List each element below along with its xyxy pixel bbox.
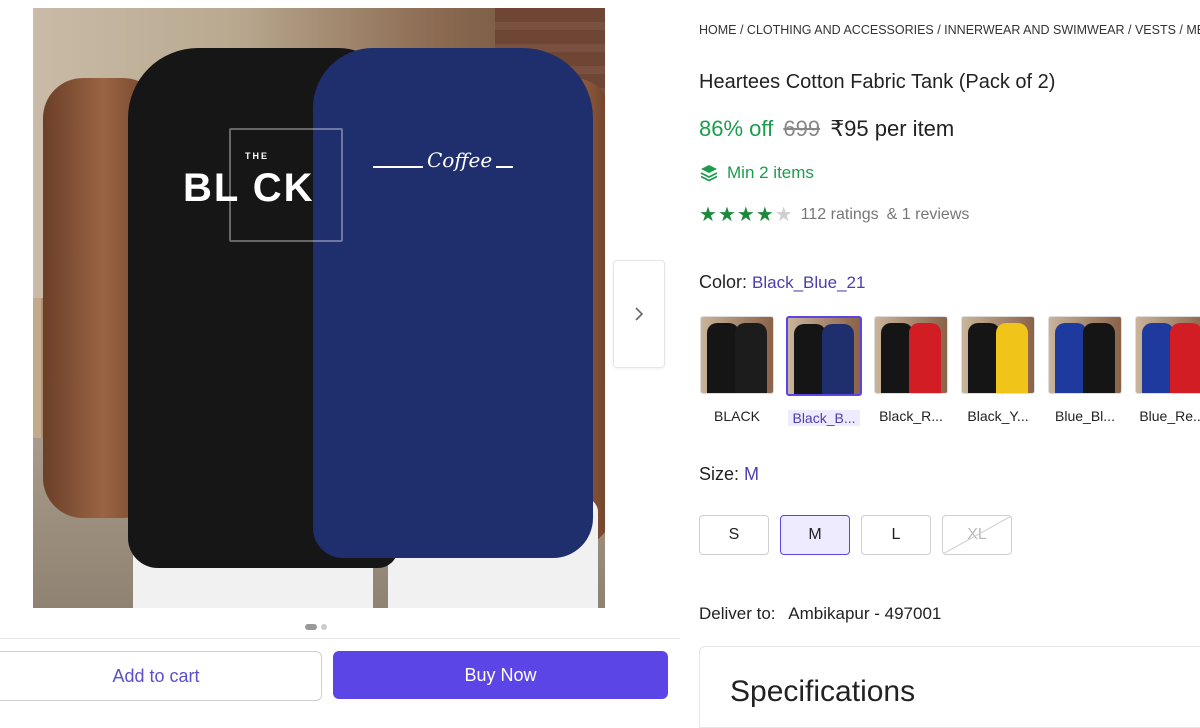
- color-swatch[interactable]: Black_Y...: [960, 316, 1036, 426]
- color-selected-value: Black_Blue_21: [752, 273, 866, 292]
- reviews-count: & 1 reviews: [886, 206, 970, 223]
- size-selected-value: M: [744, 464, 760, 484]
- swatch-tank-right: [1170, 323, 1200, 393]
- size-option-s[interactable]: S: [699, 515, 769, 555]
- size-heading: Size: M: [699, 464, 759, 485]
- color-swatch[interactable]: Black_R...: [873, 316, 949, 426]
- star-rating: ★ ★ ★ ★ ★: [699, 205, 793, 225]
- color-swatch-thumbnail: [700, 316, 774, 394]
- swatch-tank-right: [735, 323, 767, 393]
- selling-price: ₹95 per item: [830, 116, 955, 141]
- buy-now-button[interactable]: Buy Now: [333, 651, 668, 699]
- print-coffee: Coffee: [423, 148, 497, 172]
- specifications-card: Specifications: [699, 646, 1200, 728]
- rating-row[interactable]: ★ ★ ★ ★ ★ 112 ratings & 1 reviews: [699, 205, 969, 225]
- color-swatch[interactable]: Black_B...: [786, 316, 862, 426]
- color-label: Color:: [699, 272, 748, 292]
- color-swatch-thumbnail: [786, 316, 862, 396]
- size-options: S M L XL: [699, 515, 1012, 555]
- swatch-tank-right: [1083, 323, 1115, 393]
- carousel-dot[interactable]: [321, 624, 327, 630]
- color-swatch-caption: BLACK: [714, 408, 760, 424]
- swatch-tank-right: [822, 324, 854, 394]
- product-title: Heartees Cotton Fabric Tank (Pack of 2): [699, 71, 1056, 93]
- star-filled-icon: ★: [755, 204, 774, 226]
- min-items-badge: Min 2 items: [699, 163, 814, 183]
- print-black-word: BL CK: [183, 166, 315, 210]
- color-swatch-caption: Blue_Re...: [1139, 408, 1200, 424]
- min-items-text: Min 2 items: [727, 163, 814, 182]
- star-filled-icon: ★: [699, 204, 717, 226]
- product-details: HOME / CLOTHING AND ACCESSORIES / INNERW…: [699, 0, 1200, 728]
- discount-percent: 86% off: [699, 116, 774, 141]
- original-price: 699: [783, 116, 821, 141]
- size-label: Size:: [699, 464, 740, 484]
- size-option-xl: XL: [942, 515, 1012, 555]
- add-to-cart-button[interactable]: Add to cart: [0, 651, 322, 701]
- color-swatches: BLACK Black_B... Black_R... Black_Y... Blue_…: [699, 316, 1200, 426]
- star-filled-icon: ★: [736, 204, 755, 226]
- swatch-tank-right: [909, 323, 941, 393]
- ratings-count: 112 ratings: [800, 206, 879, 223]
- chevron-right-icon: [635, 307, 644, 321]
- swatch-tank-right: [996, 323, 1028, 393]
- carousel-dot-active[interactable]: [305, 624, 317, 630]
- color-swatch-thumbnail: [961, 316, 1035, 394]
- size-option-l[interactable]: L: [861, 515, 931, 555]
- layers-icon: [700, 165, 718, 182]
- product-gallery: THE BL CK Coffee: [0, 0, 680, 638]
- product-image[interactable]: THE BL CK Coffee: [33, 8, 605, 608]
- color-swatch-thumbnail: [1135, 316, 1200, 394]
- carousel-indicator: [305, 624, 327, 630]
- color-swatch-caption: Black_B...: [788, 410, 860, 426]
- star-empty-icon: ★: [774, 204, 793, 226]
- deliver-label: Deliver to:: [699, 604, 776, 623]
- delivery-location: Ambikapur - 497001: [788, 604, 942, 623]
- color-swatch[interactable]: BLACK: [699, 316, 775, 426]
- size-option-m[interactable]: M: [780, 515, 850, 555]
- color-swatch-thumbnail: [1048, 316, 1122, 394]
- color-swatch[interactable]: Blue_Re...: [1134, 316, 1200, 426]
- color-swatch[interactable]: Blue_Bl...: [1047, 316, 1123, 426]
- print-the: THE: [245, 151, 269, 161]
- breadcrumb[interactable]: HOME / CLOTHING AND ACCESSORIES / INNERW…: [699, 23, 1200, 37]
- blue-tank: [313, 48, 593, 558]
- color-heading: Color: Black_Blue_21: [699, 272, 865, 293]
- next-image-button[interactable]: [613, 260, 665, 368]
- color-swatch-thumbnail: [874, 316, 948, 394]
- star-filled-icon: ★: [717, 204, 736, 226]
- specifications-title: Specifications: [730, 675, 916, 708]
- action-bar: Add to cart Buy Now: [0, 638, 680, 711]
- color-swatch-caption: Blue_Bl...: [1055, 408, 1115, 424]
- price-row: 86% off 699 ₹95 per item: [699, 116, 954, 142]
- color-swatch-caption: Black_R...: [879, 408, 943, 424]
- color-swatch-caption: Black_Y...: [967, 408, 1029, 424]
- delivery-row[interactable]: Deliver to: Ambikapur - 497001: [699, 604, 941, 624]
